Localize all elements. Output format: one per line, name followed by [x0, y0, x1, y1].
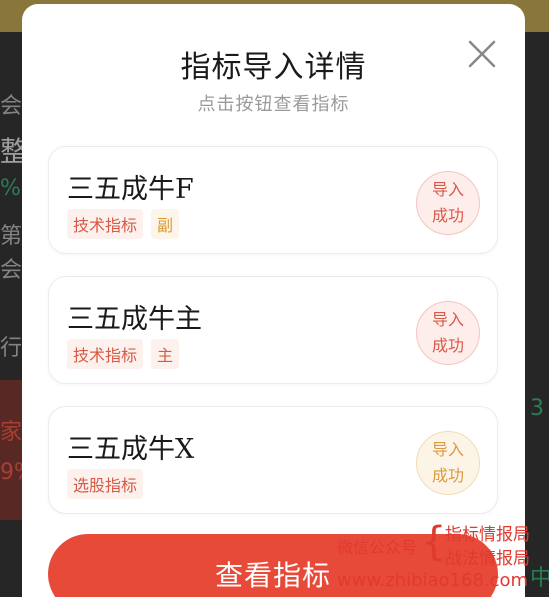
watermark-brace: { [421, 519, 447, 565]
status-line-2: 成功 [431, 206, 464, 225]
indicator-tags: 技术指标 副 [67, 209, 180, 239]
tag-sub: 副 [151, 209, 180, 239]
indicator-tags: 选股指标 [67, 469, 144, 499]
tag-type: 选股指标 [67, 469, 144, 499]
background-stripe [0, 380, 22, 520]
background-text: 家 [0, 420, 23, 445]
import-status-badge: 导入 成功 [416, 301, 480, 365]
watermark-line-2: 战法情报局 [445, 549, 530, 569]
status-line-1: 导入 [431, 180, 464, 199]
dialog-title: 指标导入详情 [180, 50, 367, 85]
background-text: 3 [530, 396, 544, 421]
indicator-name: 三五成牛主 [67, 304, 202, 335]
tag-type: 技术指标 [67, 209, 144, 239]
indicator-card[interactable]: 三五成牛F 技术指标 副 导入 成功 [48, 146, 498, 254]
close-button[interactable] [462, 34, 502, 74]
watermark-url: www.zhibiao168.com [337, 570, 529, 591]
watermark: 微信公众号 { 指标情报局 战法情报局 www.zhibiao168.com [335, 520, 549, 597]
tag-type: 技术指标 [67, 339, 144, 369]
tag-main: 主 [151, 339, 180, 369]
import-status-badge: 导入 成功 [416, 431, 480, 495]
status-line-2: 成功 [431, 336, 464, 355]
indicator-name: 三五成牛X [67, 434, 195, 465]
background-text: 会 [0, 94, 23, 119]
indicator-card[interactable]: 三五成牛主 技术指标 主 导入 成功 [48, 276, 498, 384]
status-line-1: 导入 [431, 440, 464, 459]
status-line-1: 导入 [431, 310, 464, 329]
indicator-card[interactable]: 三五成牛X 选股指标 导入 成功 [48, 406, 498, 514]
watermark-label: 微信公众号 [337, 538, 418, 557]
background-text: % [0, 176, 21, 201]
indicator-name: 三五成牛F [67, 174, 194, 205]
indicator-tags: 技术指标 主 [67, 339, 180, 369]
import-status-badge: 导入 成功 [416, 171, 480, 235]
background-text: 会 [0, 258, 23, 283]
watermark-line-1: 指标情报局 [445, 525, 530, 545]
dialog-subtitle: 点击按钮查看指标 [197, 94, 350, 115]
close-icon [468, 40, 496, 68]
indicator-import-dialog: 指标导入详情 点击按钮查看指标 三五成牛F 技术指标 副 导入 成功 三五成牛主… [22, 4, 525, 597]
status-line-2: 成功 [431, 466, 464, 485]
